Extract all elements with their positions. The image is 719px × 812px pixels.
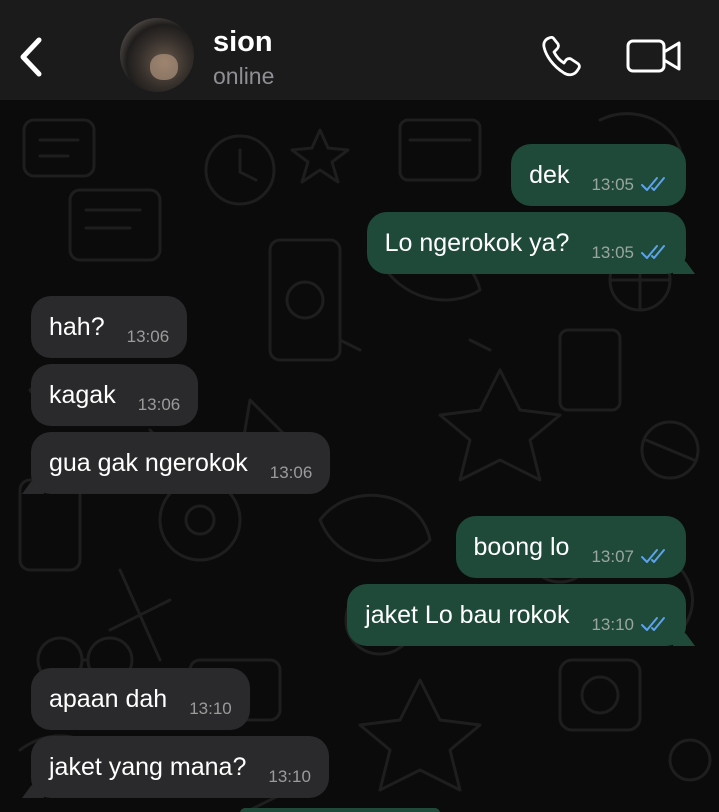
double-check-icon (641, 617, 665, 631)
message-text: kagak (49, 380, 116, 409)
chat-header: sion online (0, 0, 719, 100)
outgoing-message[interactable]: Lo ngerokok ya? 13:05 (366, 212, 695, 274)
message-time: 13:06 (126, 327, 170, 346)
chat-area[interactable]: dek 13:05 Lo ngerokok ya? 13:05 hah? 13:06 kag… (0, 100, 719, 812)
message-text: hah? (49, 312, 105, 341)
message-time: 13:06 (137, 395, 181, 414)
outgoing-message[interactable]: dek 13:05 (511, 144, 686, 206)
incoming-message[interactable]: hah? 13:06 (31, 296, 188, 358)
next-message-peek (240, 808, 440, 812)
avatar[interactable] (120, 18, 194, 92)
message-time: 13:06 (269, 463, 313, 482)
incoming-message[interactable]: gua gak ngerokok 13:06 (22, 432, 331, 494)
message-time: 13:10 (189, 699, 232, 718)
incoming-message[interactable]: jaket yang mana? 13:10 (22, 736, 329, 798)
message-time: 13:05 (591, 243, 634, 262)
bubble-tail (673, 626, 695, 646)
incoming-message[interactable]: kagak 13:06 (31, 364, 199, 426)
contact-name[interactable]: sion (213, 26, 273, 59)
double-check-icon (641, 177, 665, 191)
bubble-tail (22, 474, 44, 494)
message-list: dek 13:05 Lo ngerokok ya? 13:05 hah? 13:06 kag… (0, 100, 719, 812)
double-check-icon (641, 245, 665, 259)
message-text: apaan dah (49, 684, 168, 713)
bubble-tail (22, 778, 44, 798)
incoming-message[interactable]: apaan dah 13:10 (31, 668, 250, 730)
contact-status: online (213, 63, 275, 89)
message-text: gua gak ngerokok (49, 448, 248, 477)
message-time: 13:05 (591, 175, 634, 194)
message-text: jaket Lo bau rokok (365, 600, 570, 629)
message-text: Lo ngerokok ya? (384, 228, 570, 257)
message-text: dek (529, 160, 570, 189)
message-text: boong lo (473, 532, 570, 561)
voice-call-button[interactable] (540, 34, 584, 78)
video-call-button[interactable] (626, 38, 682, 74)
message-time: 13:07 (591, 547, 634, 566)
double-check-icon (641, 549, 665, 563)
message-text: jaket yang mana? (49, 752, 247, 781)
phone-icon (542, 35, 581, 77)
message-time: 13:10 (268, 767, 311, 786)
outgoing-message[interactable]: boong lo 13:07 (455, 516, 686, 578)
back-button[interactable] (14, 34, 48, 80)
outgoing-message[interactable]: jaket Lo bau rokok 13:10 (347, 584, 695, 646)
video-camera-icon (626, 39, 681, 73)
message-time: 13:10 (591, 615, 634, 634)
bubble-tail (673, 254, 695, 274)
chevron-left-icon (20, 37, 42, 77)
